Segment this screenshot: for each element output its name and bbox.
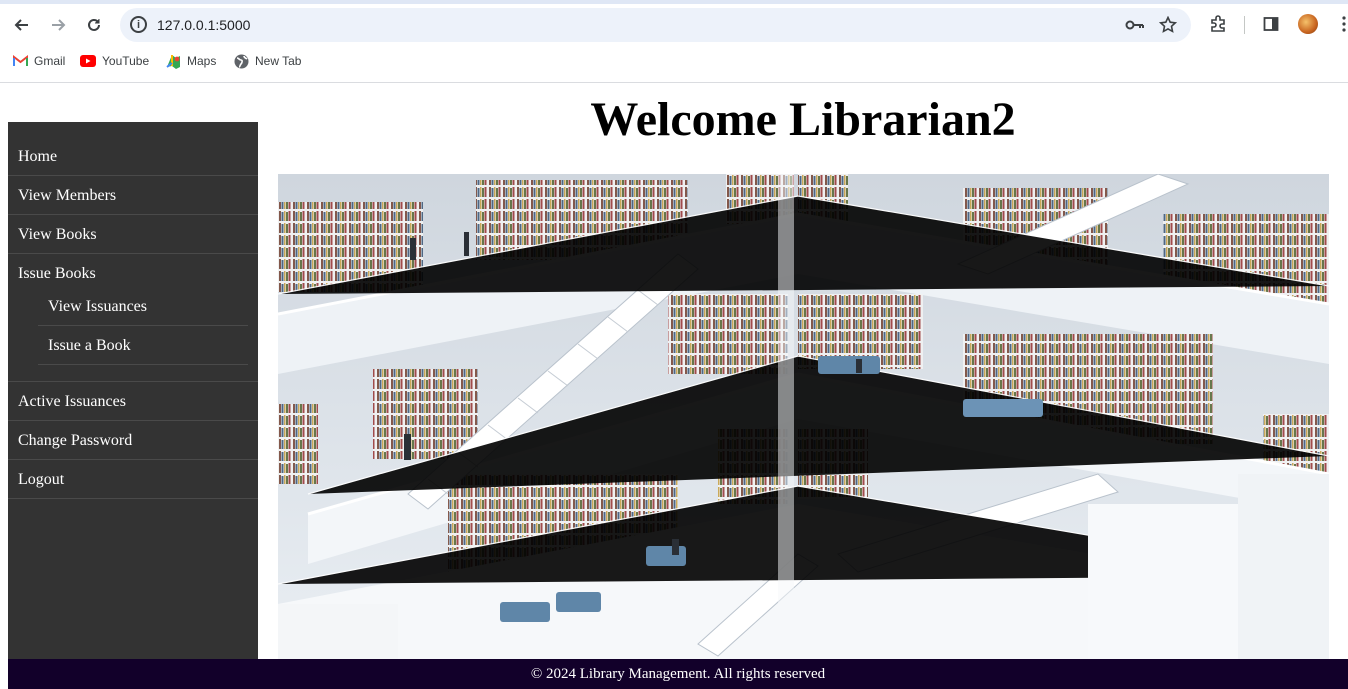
page-footer: © 2024 Library Management. All rights re… [8, 659, 1348, 689]
profile-avatar[interactable] [1298, 14, 1318, 34]
toolbar-divider [1244, 16, 1245, 34]
forward-arrow-icon[interactable] [45, 12, 71, 38]
sidebar-item-view-books[interactable]: View Books [8, 215, 258, 254]
library-hero-image [278, 174, 1329, 659]
bookmarks-bar: Gmail YouTube Maps New Tab [0, 50, 1348, 74]
sidebar: Home View Members View Books Issue Books… [8, 122, 258, 659]
sidebar-item-active-issuances[interactable]: Active Issuances [8, 382, 258, 421]
url-text[interactable]: 127.0.0.1:5000 [157, 17, 250, 33]
address-bar[interactable]: i 127.0.0.1:5000 [120, 8, 1191, 42]
bookmark-maps[interactable]: Maps [165, 53, 216, 69]
reload-icon[interactable] [81, 12, 107, 38]
bookmark-label: Gmail [34, 54, 66, 68]
bookmark-label: Maps [187, 54, 217, 68]
globe-icon [233, 53, 249, 69]
sidebar-item-view-members[interactable]: View Members [8, 176, 258, 215]
bookmark-star-icon[interactable] [1157, 14, 1179, 36]
library-interior-illustration [278, 174, 1329, 659]
browser-chrome: i 127.0.0.1:5000 Gmail YouTube Maps New … [0, 0, 1348, 83]
password-key-icon[interactable] [1124, 14, 1146, 36]
sidebar-subitem-issue-a-book[interactable]: Issue a Book [38, 326, 248, 365]
sidebar-item-home[interactable]: Home [8, 137, 258, 176]
sidebar-item-change-password[interactable]: Change Password [8, 421, 258, 460]
extensions-icon[interactable] [1206, 12, 1230, 36]
site-info-icon[interactable]: i [130, 16, 147, 33]
sidebar-item-logout[interactable]: Logout [8, 460, 258, 499]
kebab-menu-icon[interactable] [1332, 12, 1348, 36]
bookmark-label: New Tab [255, 54, 302, 68]
page-title: Welcome Librarian2 [590, 93, 1016, 146]
bookmark-new-tab[interactable]: New Tab [233, 53, 301, 69]
bookmark-gmail[interactable]: Gmail [12, 53, 65, 69]
sidebar-group-issue-books: Issue Books View Issuances Issue a Book [8, 254, 258, 382]
maps-icon [165, 53, 181, 69]
sidebar-subitem-view-issuances[interactable]: View Issuances [38, 287, 248, 326]
back-arrow-icon[interactable] [9, 12, 35, 38]
side-panel-icon[interactable] [1259, 12, 1283, 36]
youtube-icon [80, 53, 96, 69]
bookmark-label: YouTube [102, 54, 150, 68]
bookmark-youtube[interactable]: YouTube [80, 53, 149, 69]
gmail-icon [12, 53, 28, 69]
tab-strip-edge [0, 0, 1348, 4]
